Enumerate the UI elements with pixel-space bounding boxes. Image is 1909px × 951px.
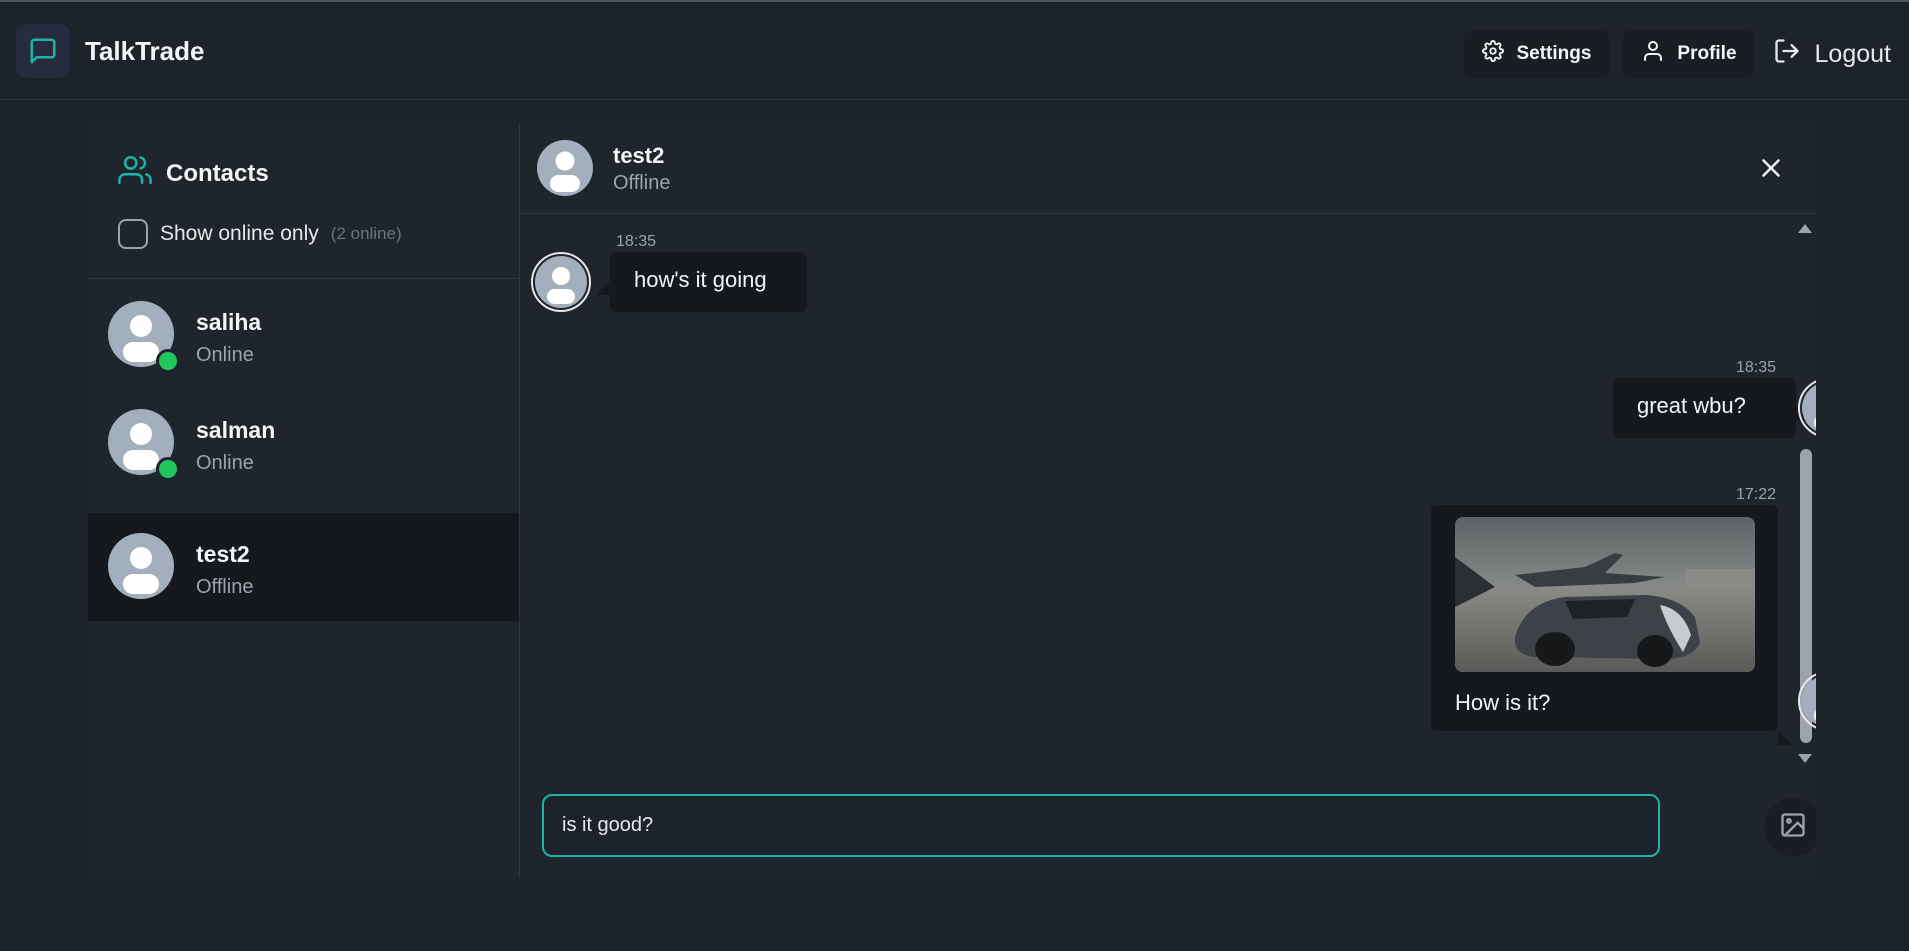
close-icon: [1756, 159, 1786, 187]
profile-label: Profile: [1677, 43, 1737, 64]
user-placeholder-icon: [108, 533, 174, 599]
user-placeholder-icon: [1802, 382, 1816, 434]
online-count: (2 online): [330, 224, 402, 243]
chat-card: Contacts Show online only (2 online) sal…: [88, 123, 1816, 878]
online-only-filter[interactable]: Show online only (2 online): [118, 219, 402, 249]
message-text: great wbu?: [1637, 393, 1746, 418]
message-image[interactable]: [1455, 517, 1755, 672]
logout-icon: [1773, 37, 1801, 72]
bubble-tail: [596, 281, 610, 295]
message-input[interactable]: [542, 794, 1660, 857]
profile-button[interactable]: Profile: [1623, 30, 1755, 78]
message-time: 18:35: [1736, 359, 1777, 376]
settings-button[interactable]: Settings: [1464, 30, 1610, 78]
contacts-title: Contacts: [118, 153, 269, 194]
chat-panel: test2 Offline 18:35 how's it going 18:35…: [520, 123, 1816, 878]
logout-button[interactable]: Logout: [1769, 37, 1895, 72]
scroll-up-arrow[interactable]: [1798, 224, 1812, 233]
message-time: 17:22: [1736, 486, 1777, 503]
gear-icon: [1482, 40, 1505, 68]
contact-status: Online: [196, 452, 254, 474]
brand-link[interactable]: TalkTrade: [16, 24, 204, 78]
contact-item-salman[interactable]: salman Online: [88, 389, 519, 497]
avatar: [537, 140, 593, 196]
message-square-icon: [16, 24, 70, 78]
contacts-sidebar: Contacts Show online only (2 online) sal…: [88, 123, 520, 878]
avatar: [108, 533, 174, 599]
contact-item-saliha[interactable]: saliha Online: [88, 281, 519, 389]
avatar: [108, 409, 180, 481]
avatar: [108, 301, 180, 373]
contact-item-test2[interactable]: test2 Offline: [88, 513, 519, 621]
contact-status: Offline: [196, 576, 254, 598]
message-text: How is it?: [1455, 690, 1551, 715]
online-only-label: Show online only: [160, 222, 319, 245]
chat-contact-name: test2: [613, 143, 665, 168]
image-icon: [1779, 811, 1807, 844]
bubble-tail: [1778, 731, 1792, 745]
message-time: 18:35: [616, 233, 657, 250]
user-placeholder-icon: [535, 256, 587, 308]
attach-image-button[interactable]: [1764, 798, 1816, 856]
user-placeholder-icon: [1802, 675, 1816, 727]
message-list[interactable]: 18:35 how's it going 18:35 great wbu? 17…: [520, 214, 1816, 769]
logout-label: Logout: [1814, 39, 1891, 68]
avatar: [531, 252, 591, 312]
app-name: TalkTrade: [85, 35, 205, 66]
online-only-checkbox[interactable]: [118, 219, 148, 249]
scroll-down-arrow[interactable]: [1798, 754, 1812, 763]
nav-actions: Settings Profile Logout: [1450, 30, 1895, 78]
users-icon: [118, 153, 152, 194]
online-indicator: [156, 457, 180, 481]
user-placeholder-icon: [537, 140, 593, 196]
message-text: how's it going: [634, 267, 767, 292]
contact-name: saliha: [196, 309, 262, 335]
avatar: [1798, 378, 1816, 438]
contact-name: test2: [196, 541, 250, 567]
navbar: TalkTrade Settings Profile Logout: [0, 2, 1909, 100]
user-icon: [1641, 39, 1665, 69]
online-indicator: [156, 349, 180, 373]
message-bubble: How is it?: [1431, 505, 1778, 731]
chat-contact-status: Offline: [613, 172, 671, 194]
settings-label: Settings: [1516, 43, 1592, 64]
message-bubble: how's it going: [610, 252, 807, 312]
contact-status: Online: [196, 344, 254, 366]
contact-name: salman: [196, 417, 276, 443]
contacts-header: Contacts Show online only (2 online): [88, 123, 519, 279]
close-chat-button[interactable]: [1756, 153, 1786, 183]
chat-header: test2 Offline: [520, 123, 1816, 214]
contacts-title-label: Contacts: [166, 159, 269, 187]
message-bubble: great wbu?: [1613, 378, 1796, 438]
